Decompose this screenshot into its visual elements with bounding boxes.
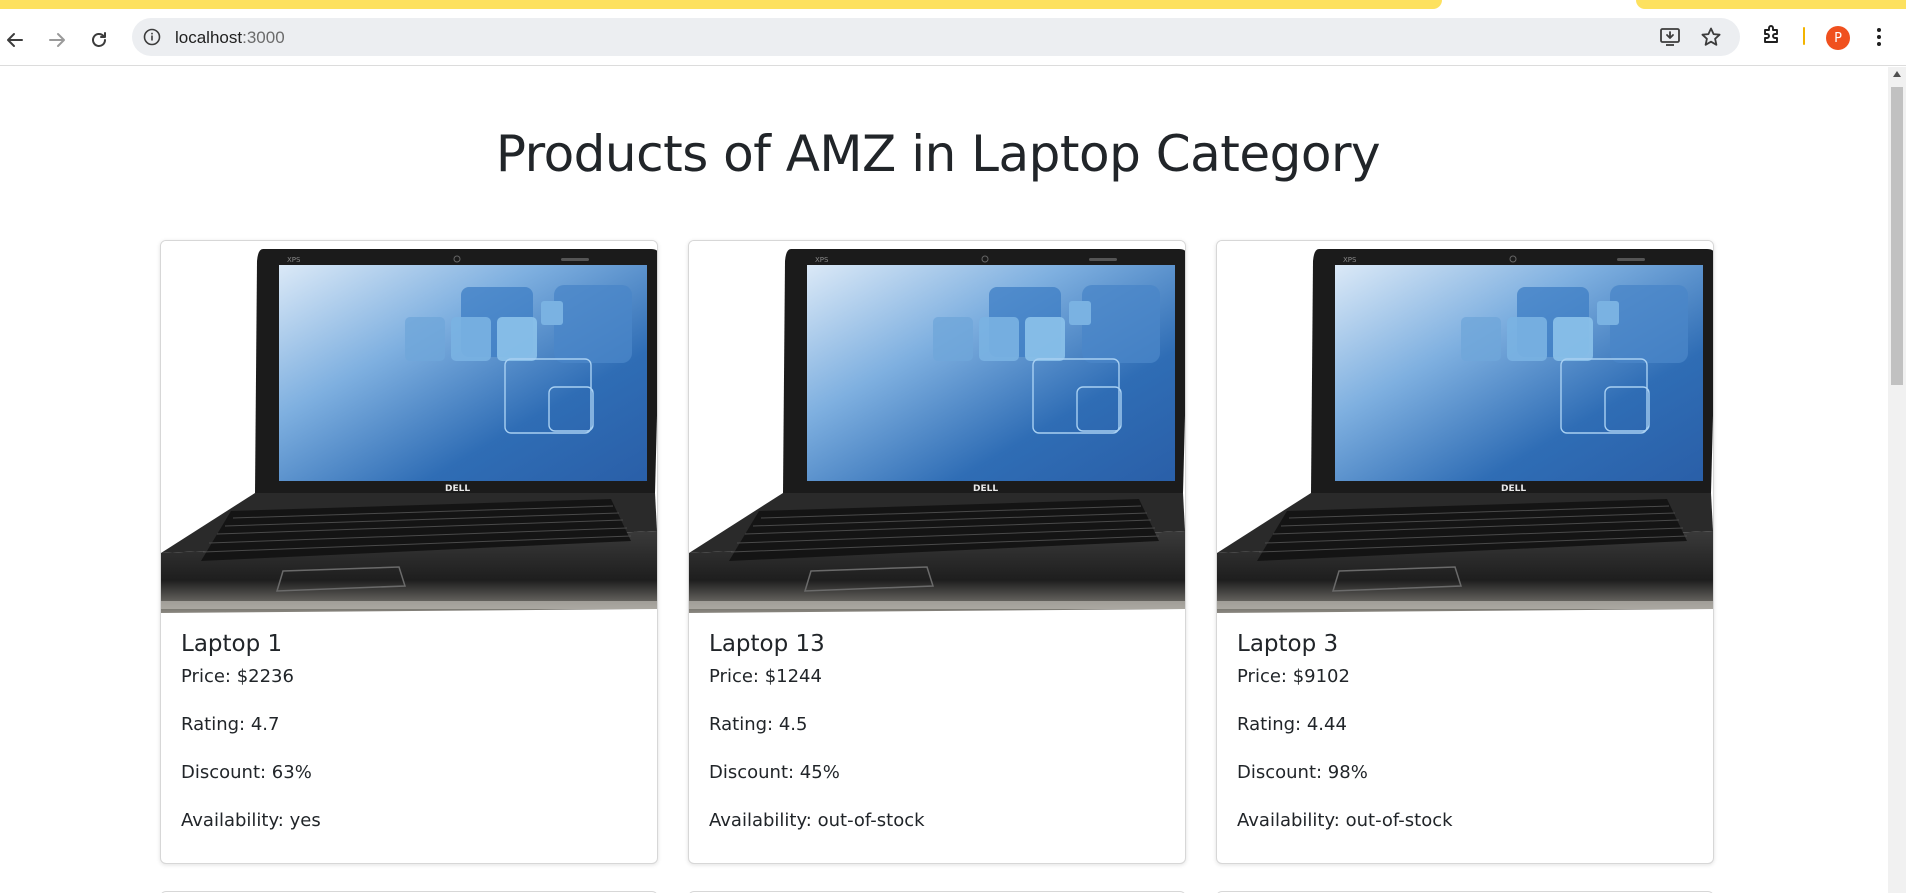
tab-strip — [0, 0, 1906, 16]
inactive-tab[interactable] — [1636, 0, 1906, 9]
extensions-puzzle-icon[interactable] — [1761, 24, 1783, 46]
laptop-illustration: XPS DELL — [1217, 249, 1713, 613]
scroll-thumb[interactable] — [1891, 87, 1903, 385]
product-image: XPS DELL — [161, 241, 657, 614]
product-price: Price: $2236 — [181, 666, 294, 687]
product-name: Laptop 1 — [181, 631, 283, 657]
kebab-menu-icon[interactable] — [1873, 26, 1885, 48]
product-rating: Rating: 4.7 — [181, 714, 280, 735]
product-price: Price: $9102 — [1237, 666, 1350, 687]
profile-avatar[interactable]: P — [1826, 26, 1850, 50]
page-viewport: Products of AMZ in Laptop Category XPS D… — [0, 67, 1888, 893]
url-port: :3000 — [242, 28, 285, 47]
laptop-illustration: XPS DELL — [161, 249, 657, 613]
arrow-left-icon — [7, 33, 23, 47]
forward-button[interactable] — [42, 25, 72, 55]
svg-text:DELL: DELL — [973, 484, 998, 494]
toolbar-divider — [1803, 27, 1805, 45]
product-rating: Rating: 4.44 — [1237, 714, 1347, 735]
page-scrollbar[interactable] — [1888, 67, 1906, 893]
svg-text:XPS: XPS — [287, 256, 301, 264]
svg-text:DELL: DELL — [1501, 484, 1526, 494]
back-button[interactable] — [0, 25, 30, 55]
url-text[interactable]: localhost:3000 — [175, 28, 285, 48]
url-host: localhost — [175, 28, 243, 47]
svg-text:XPS: XPS — [815, 256, 829, 264]
product-card[interactable]: XPS DELL Laptop 13 Price: $1244 Rating: … — [688, 240, 1186, 864]
product-discount: Discount: 98% — [1237, 762, 1368, 783]
product-image: XPS DELL — [689, 241, 1185, 614]
product-discount: Discount: 63% — [181, 762, 312, 783]
site-info-icon[interactable] — [142, 27, 162, 47]
product-image: XPS DELL — [1217, 241, 1713, 614]
product-card[interactable]: XPS DELL Laptop 3 Price: $9102 Rating: 4… — [1216, 240, 1714, 864]
arrow-right-icon — [49, 33, 65, 47]
product-price: Price: $1244 — [709, 666, 822, 687]
install-app-icon[interactable] — [1659, 26, 1681, 48]
card-body: Laptop 1 Price: $2236 Rating: 4.7 Discou… — [181, 626, 637, 854]
reload-button[interactable] — [84, 25, 114, 55]
browser-toolbar: localhost:3000 — [0, 16, 1906, 66]
laptop-illustration: XPS DELL — [689, 249, 1185, 613]
product-availability: Availability: yes — [181, 810, 321, 831]
product-card[interactable]: XPS DELL Laptop 1 Price: $2236 Rating: 4… — [160, 240, 658, 864]
product-name: Laptop 3 — [1237, 631, 1339, 657]
scroll-up-arrow-icon[interactable] — [1893, 71, 1901, 77]
bookmark-star-icon[interactable] — [1700, 26, 1722, 48]
reload-icon — [92, 32, 106, 47]
active-tab[interactable] — [0, 0, 1442, 9]
svg-text:XPS: XPS — [1343, 256, 1357, 264]
product-availability: Availability: out-of-stock — [1237, 810, 1453, 831]
card-body: Laptop 13 Price: $1244 Rating: 4.5 Disco… — [709, 626, 1165, 854]
card-body: Laptop 3 Price: $9102 Rating: 4.44 Disco… — [1237, 626, 1693, 854]
product-discount: Discount: 45% — [709, 762, 840, 783]
page-title: Products of AMZ in Laptop Category — [495, 125, 1381, 183]
product-availability: Availability: out-of-stock — [709, 810, 925, 831]
product-rating: Rating: 4.5 — [709, 714, 808, 735]
product-name: Laptop 13 — [709, 631, 825, 657]
address-bar[interactable]: localhost:3000 — [132, 18, 1740, 56]
svg-text:DELL: DELL — [445, 484, 470, 494]
